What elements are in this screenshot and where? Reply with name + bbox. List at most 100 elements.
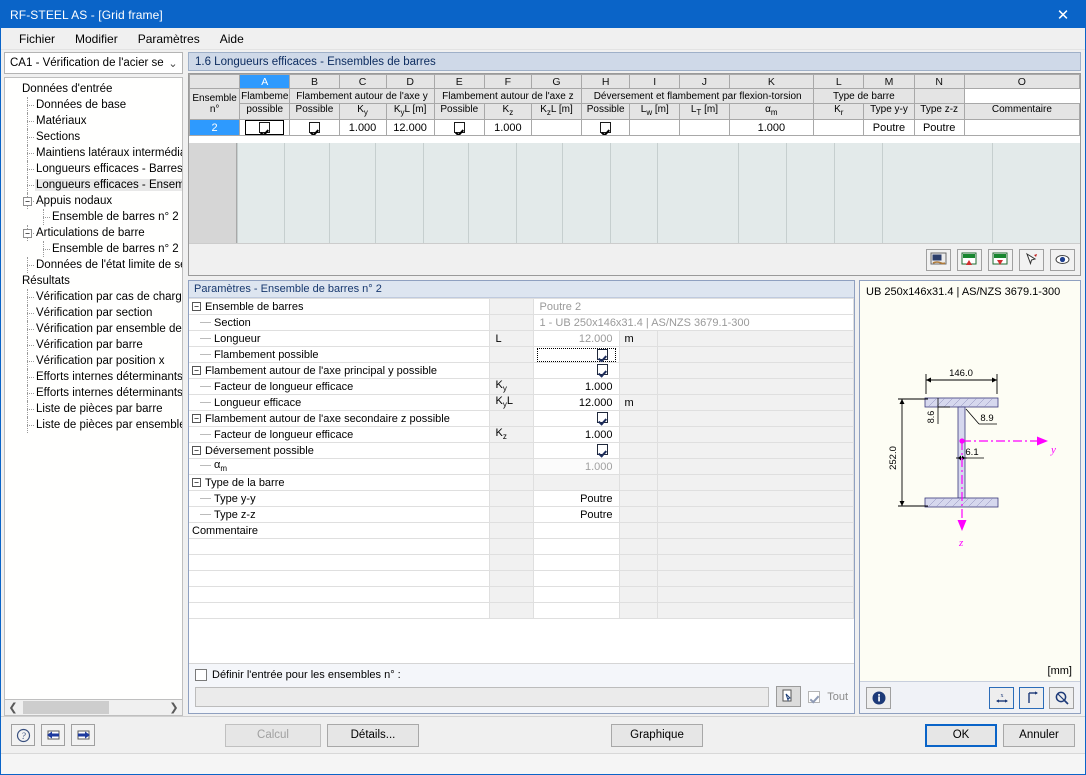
scroll-left-icon[interactable]: ❮ — [5, 701, 21, 714]
scrollbar-thumb[interactable] — [23, 701, 109, 714]
cell-checkbox[interactable] — [453, 122, 465, 134]
tree-item-1[interactable]: Données de base — [5, 97, 182, 113]
param-checkbox-wrap[interactable] — [537, 364, 616, 378]
param-row-6[interactable]: Longueur efficace KyL 12.000 m — [189, 394, 854, 411]
print-preview-icon[interactable] — [926, 248, 951, 271]
param-value[interactable]: Poutre — [533, 490, 620, 507]
param-value[interactable] — [533, 570, 620, 587]
cell-checkbox[interactable] — [600, 122, 612, 134]
param-expander-icon[interactable]: − — [192, 302, 201, 312]
param-checkbox[interactable] — [596, 349, 608, 361]
calcul-button[interactable]: Calcul — [225, 723, 321, 747]
menu-item-modifier[interactable]: Modifier — [65, 29, 128, 49]
tree-item-10[interactable]: Ensemble de barres n° 2 - F — [5, 241, 182, 257]
param-expander-icon[interactable]: − — [192, 446, 201, 456]
cell-B[interactable] — [289, 119, 340, 136]
column-header-I[interactable]: I — [629, 74, 681, 89]
cancel-button[interactable]: Annuler — [1003, 723, 1075, 747]
param-value[interactable]: Poutre — [533, 506, 620, 523]
param-row-11[interactable]: − Type de la barre — [189, 474, 854, 491]
tree-item-14[interactable]: Vérification par section — [5, 305, 182, 321]
param-expander-icon[interactable]: − — [192, 478, 201, 488]
column-header-J[interactable]: J — [679, 74, 730, 89]
column-header-D[interactable]: D — [385, 74, 435, 89]
column-header-G[interactable]: G — [530, 74, 583, 89]
graphique-button[interactable]: Graphique — [611, 723, 703, 747]
param-value[interactable] — [533, 442, 620, 459]
param-value[interactable] — [533, 602, 620, 619]
param-row-7[interactable]: − Flambement autour de l'axe secondaire z… — [189, 410, 854, 427]
tree-item-7[interactable]: − Appuis nodaux — [5, 193, 182, 209]
tree-item-5[interactable]: Longueurs efficaces - Barres — [5, 161, 182, 177]
pick-graphic-icon[interactable] — [1019, 248, 1044, 271]
param-checkbox[interactable] — [596, 364, 608, 376]
column-header-B[interactable]: B — [289, 74, 340, 89]
param-value[interactable] — [533, 522, 620, 539]
tree-item-11[interactable]: Données de l'état limite de serv — [5, 257, 182, 273]
param-row-5[interactable]: Facteur de longueur efficace Ky 1.000 — [189, 378, 854, 395]
table-row[interactable]: 2 1.000 12.000 1.000 1.000 Poutre Poutre — [189, 119, 1080, 136]
param-row-15[interactable] — [189, 538, 854, 555]
tree-item-0[interactable]: Données d'entrée — [5, 81, 182, 97]
tree-item-16[interactable]: Vérification par barre — [5, 337, 182, 353]
cell-checkbox[interactable] — [308, 122, 320, 134]
cell-checkbox[interactable] — [259, 121, 271, 133]
tree-expander-icon[interactable]: − — [23, 197, 32, 206]
view-eye-icon[interactable] — [1050, 248, 1075, 271]
param-row-10[interactable]: αm 1.000 — [189, 458, 854, 475]
column-header-H[interactable]: H — [581, 74, 631, 89]
param-row-13[interactable]: Type z-z Poutre — [189, 506, 854, 523]
menu-item-parametres[interactable]: Paramètres — [128, 29, 210, 49]
navigation-tree[interactable]: Données d'entrée Données de base Matériaux… — [4, 77, 183, 716]
focused-cell[interactable] — [245, 120, 285, 135]
cell-F[interactable]: 1.000 — [483, 119, 532, 136]
dimension-x-icon[interactable]: x — [989, 686, 1014, 709]
ok-button[interactable]: OK — [925, 723, 997, 747]
cell-O[interactable] — [963, 119, 1080, 136]
export-excel-down-icon[interactable] — [988, 248, 1013, 271]
param-row-0[interactable]: − Ensemble de barres Poutre 2 — [189, 298, 854, 315]
cell-J[interactable] — [679, 119, 730, 136]
cell-N[interactable]: Poutre — [913, 119, 965, 136]
close-icon[interactable]: ✕ — [1041, 1, 1085, 28]
grid-empty-area[interactable] — [189, 143, 1080, 243]
param-value[interactable] — [533, 410, 620, 427]
effective-lengths-table[interactable]: ABCDEFGHIJKLMNO Ensemble n° Flambeme Flambe… — [188, 73, 1081, 276]
param-checkbox[interactable] — [596, 412, 608, 424]
info-icon[interactable] — [866, 686, 891, 709]
param-value[interactable] — [533, 554, 620, 571]
tree-item-13[interactable]: Vérification par cas de charge — [5, 289, 182, 305]
param-value[interactable] — [533, 362, 620, 379]
param-checkbox-wrap[interactable] — [537, 444, 616, 458]
param-value[interactable] — [533, 346, 620, 363]
help-icon[interactable]: ? — [11, 724, 35, 746]
tree-item-20[interactable]: Liste de pièces par barre — [5, 401, 182, 417]
param-value[interactable]: 1.000 — [533, 378, 620, 395]
tree-expander-icon[interactable]: − — [23, 229, 32, 238]
scroll-right-icon[interactable]: ❯ — [166, 701, 182, 714]
cell-G[interactable] — [530, 119, 583, 136]
tree-item-4[interactable]: Maintiens latéraux intermédiair — [5, 145, 182, 161]
tree-item-21[interactable]: Liste de pièces par ensemble d — [5, 417, 182, 433]
tree-item-6[interactable]: Longueurs efficaces - Ensemble — [5, 177, 182, 193]
column-header-N[interactable]: N — [913, 74, 965, 89]
param-row-2[interactable]: Longueur L 12.000 m — [189, 330, 854, 347]
tree-item-8[interactable]: Ensemble de barres n° 2 - F — [5, 209, 182, 225]
tout-checkbox[interactable] — [808, 690, 821, 703]
column-header-L[interactable]: L — [813, 74, 865, 89]
param-value[interactable] — [533, 474, 620, 491]
cell-K[interactable]: 1.000 — [728, 119, 815, 136]
param-value[interactable]: 12.000 — [533, 394, 620, 411]
cell-D[interactable]: 12.000 — [385, 119, 435, 136]
column-header-O[interactable]: O — [963, 74, 1080, 89]
tree-item-17[interactable]: Vérification par position x — [5, 353, 182, 369]
column-header-F[interactable]: F — [483, 74, 532, 89]
param-value[interactable]: 1.000 — [533, 458, 620, 475]
param-value[interactable] — [533, 538, 620, 555]
tree-item-19[interactable]: Efforts internes déterminants p — [5, 385, 182, 401]
param-row-9[interactable]: − Déversement possible — [189, 442, 854, 459]
row-number[interactable]: 2 — [189, 119, 241, 136]
parameters-table-wrap[interactable]: − Ensemble de barres Poutre 2 Section 1 - … — [189, 298, 854, 663]
menu-item-fichier[interactable]: Fichier — [9, 29, 65, 49]
param-row-18[interactable] — [189, 586, 854, 603]
